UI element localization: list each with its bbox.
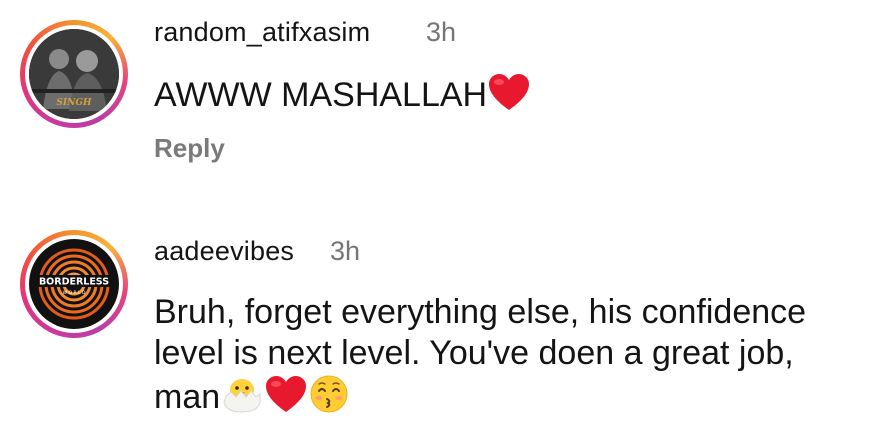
- comment-text-line: Bruh, forget everything else, his confid…: [154, 293, 807, 331]
- avatar-logo-top: BORDERLESS: [39, 277, 109, 288]
- avatar-caption: SINGH: [56, 98, 92, 108]
- comment-timestamp: 3h: [426, 17, 457, 47]
- hatching-chick-icon: [220, 374, 264, 414]
- reply-button[interactable]: Reply: [154, 133, 225, 164]
- comment-text-body: AWWW MASHALLAH: [154, 76, 488, 114]
- comment-timestamp: 3h: [330, 236, 361, 266]
- comment-text: AWWW MASHALLAH: [154, 72, 531, 116]
- kissing-face-icon: [308, 374, 350, 414]
- red-heart-icon: [264, 374, 308, 414]
- comment-text-line: man: [154, 378, 221, 416]
- avatar[interactable]: BORDERLESS W O R L D: [29, 239, 119, 329]
- comment-text-line: level is next level. You've doen a great…: [154, 334, 794, 372]
- avatar-logo-bottom: W O R L D: [63, 290, 86, 296]
- comment-username[interactable]: random_atifxasim: [154, 17, 370, 48]
- avatar[interactable]: SINGH: [29, 29, 119, 119]
- comment-username[interactable]: aadeevibes: [154, 236, 294, 267]
- comment-text-line-last: man: [154, 374, 350, 418]
- red-heart-icon: [487, 72, 531, 112]
